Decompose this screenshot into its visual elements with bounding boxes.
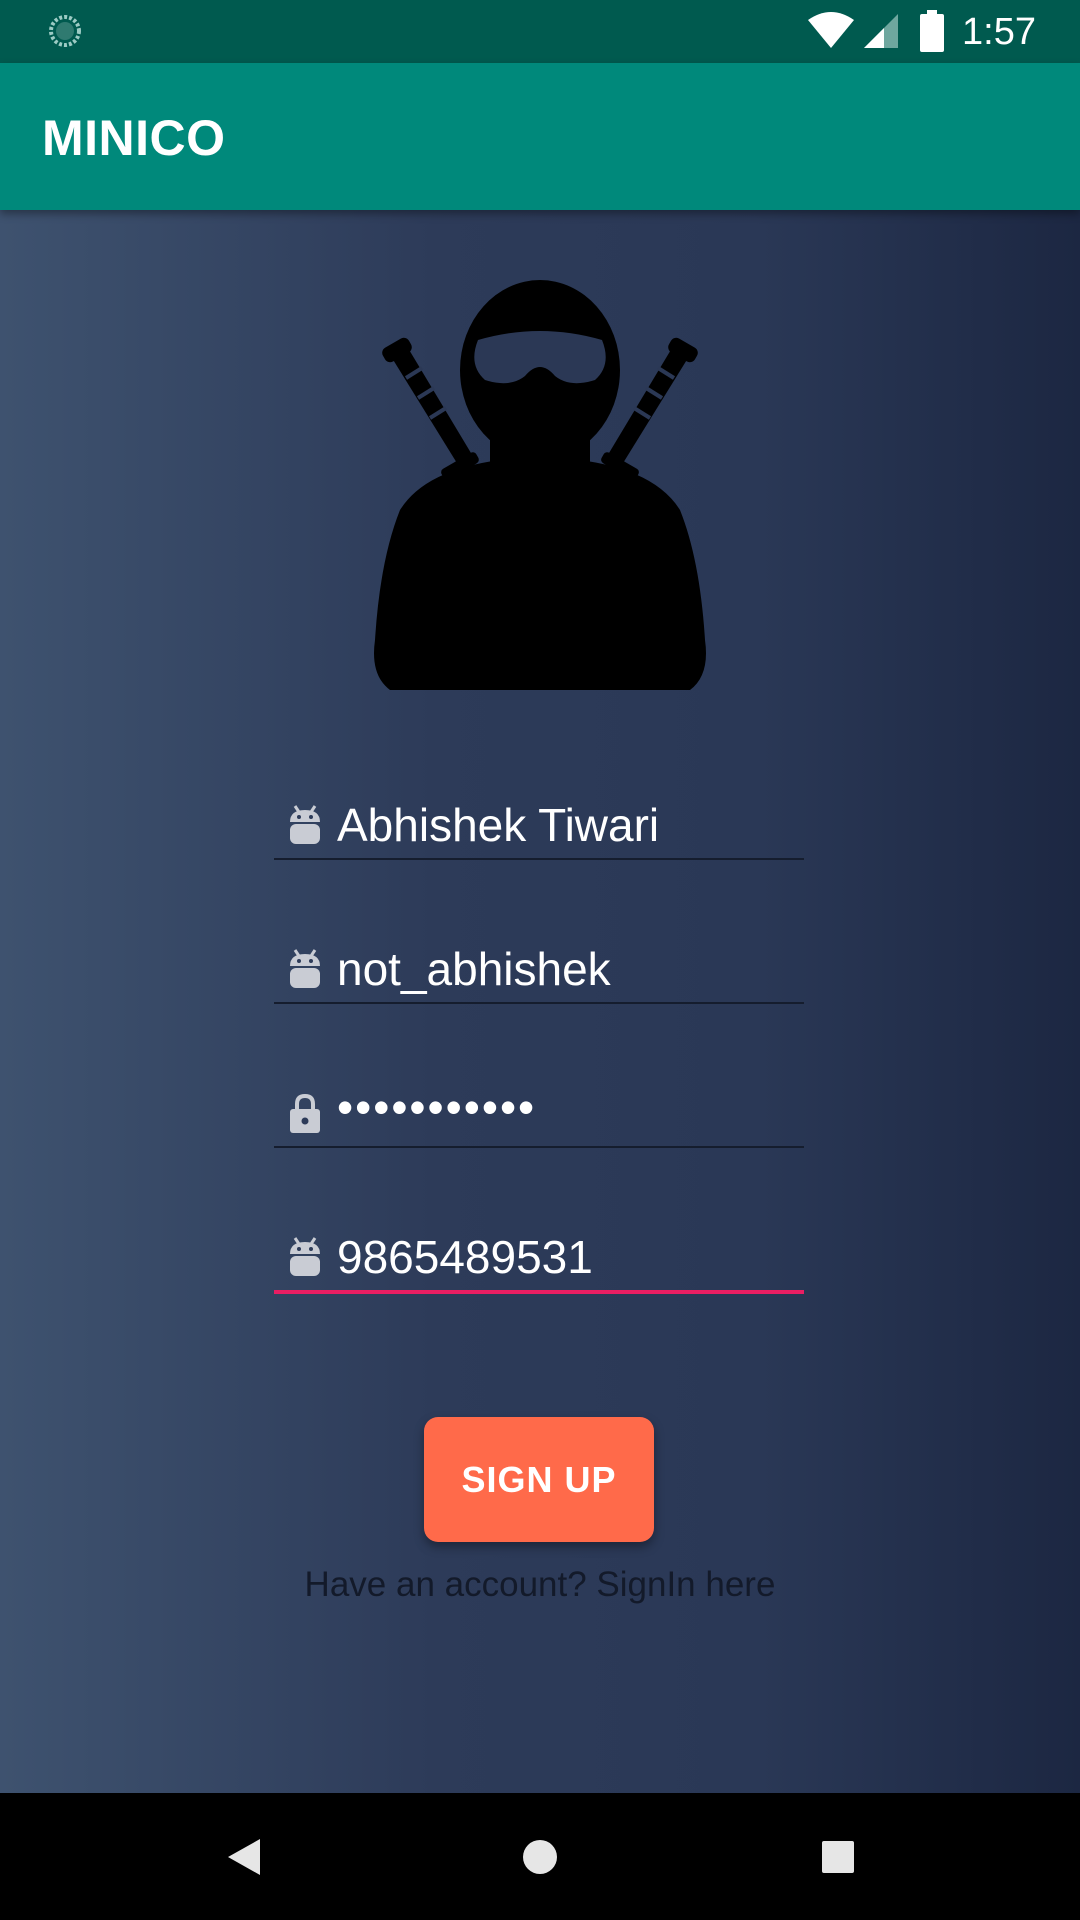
- navigation-bar: [0, 1793, 1080, 1920]
- ninja-avatar-icon: [374, 280, 706, 690]
- android-icon: [290, 805, 320, 844]
- back-icon[interactable]: [220, 1833, 268, 1881]
- app-title: MINICO: [42, 110, 226, 166]
- full-name-value: Abhishek Tiwari: [337, 799, 660, 851]
- android-icon: [290, 949, 320, 988]
- recents-icon[interactable]: [814, 1833, 862, 1881]
- clock: 1:57: [962, 11, 1036, 53]
- password-value: •••••••••••: [337, 1081, 537, 1133]
- loading-spinner-icon: [49, 15, 81, 47]
- phone-field[interactable]: 9865489531: [274, 1220, 804, 1294]
- android-icon: [290, 1237, 320, 1276]
- lock-icon: [290, 1093, 320, 1133]
- signin-link[interactable]: Have an account? SignIn here: [0, 1565, 1080, 1605]
- phone-value: 9865489531: [337, 1231, 593, 1283]
- battery-icon: [920, 10, 944, 52]
- home-icon[interactable]: [516, 1833, 564, 1881]
- status-bar: 1:57: [0, 0, 1080, 63]
- signup-form-area: Abhishek Tiwari not_abhishek •••••••••••: [0, 210, 1080, 1793]
- full-name-field[interactable]: Abhishek Tiwari: [274, 788, 804, 860]
- password-field[interactable]: •••••••••••: [274, 1076, 804, 1148]
- wifi-icon: [808, 12, 854, 48]
- cell-signal-icon: [864, 14, 898, 48]
- username-value: not_abhishek: [337, 943, 611, 995]
- sign-up-button[interactable]: SIGN UP: [424, 1417, 654, 1542]
- username-field[interactable]: not_abhishek: [274, 932, 804, 1004]
- app-bar: MINICO: [0, 63, 1080, 210]
